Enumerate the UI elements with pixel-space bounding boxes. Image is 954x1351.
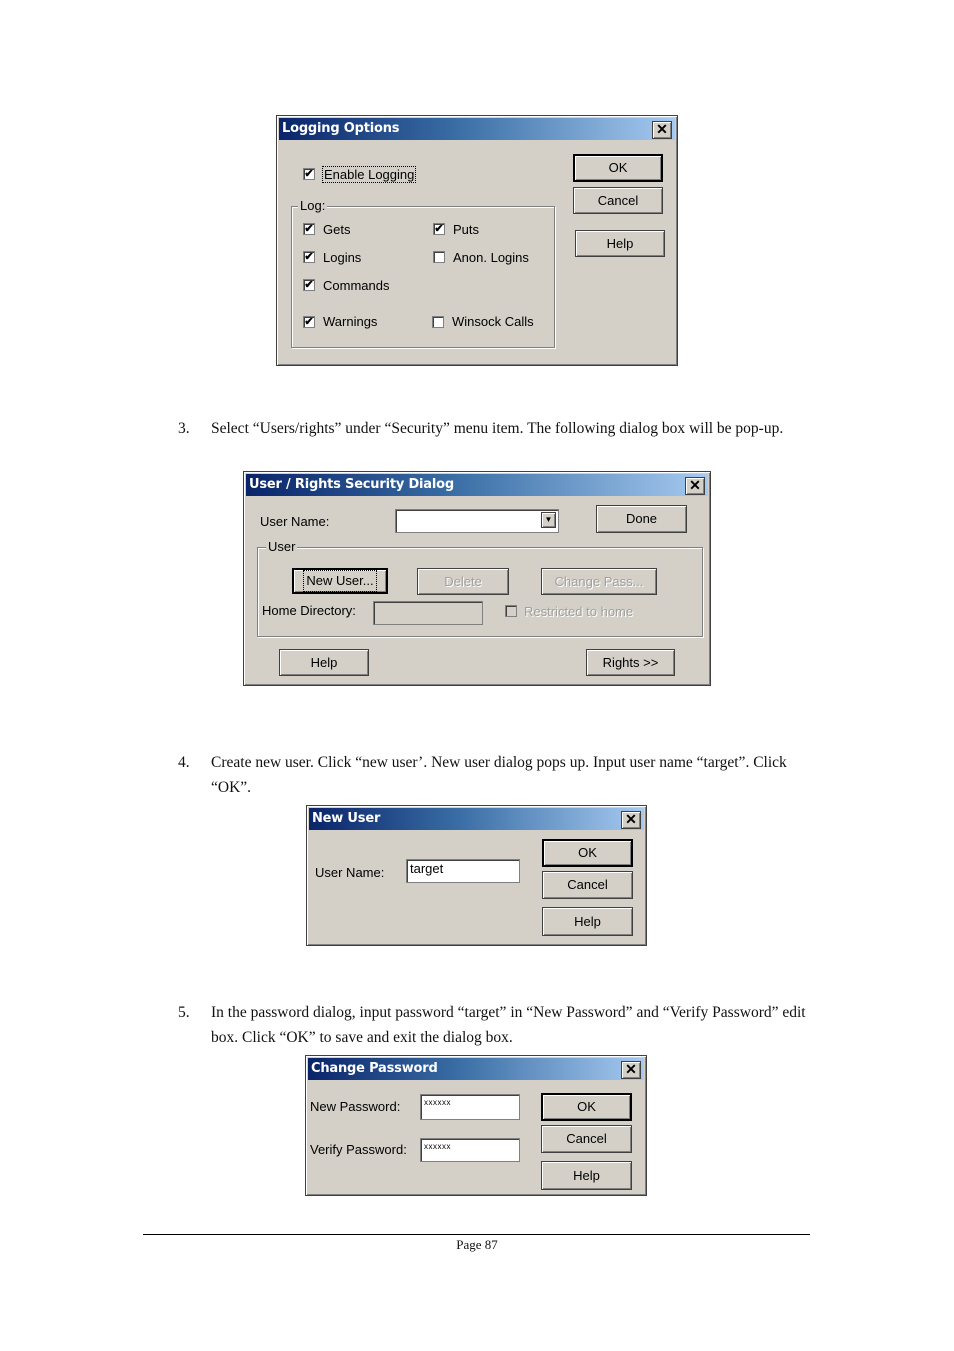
help-button[interactable]: Help bbox=[542, 907, 633, 936]
step-text: Select “Users/rights” under “Security” m… bbox=[211, 420, 784, 437]
commands-checkbox[interactable]: ✔ bbox=[303, 279, 315, 291]
help-button[interactable]: Help bbox=[541, 1161, 632, 1190]
logins-label: Logins bbox=[323, 250, 362, 265]
step-text: Create new user. Click “new user’. New u… bbox=[211, 754, 787, 796]
verify-password-input[interactable]: xxxxxx bbox=[420, 1138, 520, 1162]
help-button[interactable]: Help bbox=[575, 230, 665, 257]
dialog-title: Change Password bbox=[311, 1061, 438, 1076]
change-password-dialog: Change Password ✕ New Password: xxxxxx V… bbox=[305, 1055, 647, 1196]
cancel-button[interactable]: Cancel bbox=[542, 871, 633, 899]
cancel-button[interactable]: Cancel bbox=[573, 187, 663, 214]
restricted-to-home-label: Restricted to home bbox=[524, 604, 634, 619]
check-icon: ✔ bbox=[304, 316, 314, 328]
restricted-to-home-checkbox[interactable] bbox=[505, 605, 517, 617]
home-directory-label: Home Directory: bbox=[262, 603, 356, 618]
user-rights-security-dialog: User / Rights Security Dialog ✕ User Nam… bbox=[243, 471, 711, 686]
title-bar: Logging Options ✕ bbox=[279, 118, 675, 140]
anon-logins-checkbox[interactable] bbox=[433, 251, 445, 263]
new-password-input[interactable]: xxxxxx bbox=[420, 1094, 520, 1120]
user-name-value: target bbox=[410, 861, 444, 876]
new-user-label: New User... bbox=[303, 570, 377, 592]
warnings-checkbox[interactable]: ✔ bbox=[303, 316, 315, 328]
help-button[interactable]: Help bbox=[279, 649, 369, 676]
enable-logging-checkbox[interactable]: ✔ bbox=[303, 168, 315, 180]
dialog-title: User / Rights Security Dialog bbox=[249, 477, 454, 492]
commands-label: Commands bbox=[323, 278, 390, 293]
title-bar: New User ✕ bbox=[309, 808, 644, 830]
home-directory-input[interactable] bbox=[373, 601, 483, 625]
close-icon[interactable]: ✕ bbox=[685, 477, 705, 495]
user-name-label: User Name: bbox=[260, 514, 330, 529]
change-pass-button[interactable]: Change Pass... bbox=[541, 568, 657, 595]
check-icon: ✔ bbox=[304, 223, 314, 235]
logins-checkbox[interactable]: ✔ bbox=[303, 251, 315, 263]
close-icon[interactable]: ✕ bbox=[652, 121, 672, 139]
new-password-value: xxxxxx bbox=[424, 1098, 451, 1107]
winsock-calls-checkbox[interactable] bbox=[432, 316, 444, 328]
done-button[interactable]: Done bbox=[596, 505, 687, 533]
close-icon[interactable]: ✕ bbox=[621, 1061, 641, 1079]
new-password-label: New Password: bbox=[310, 1099, 401, 1114]
cancel-button[interactable]: Cancel bbox=[541, 1125, 632, 1153]
winsock-calls-label: Winsock Calls bbox=[452, 314, 534, 329]
page-number: Page 87 bbox=[456, 1237, 498, 1252]
step-number: 3. bbox=[178, 420, 190, 437]
warnings-label: Warnings bbox=[323, 314, 378, 329]
check-icon: ✔ bbox=[304, 168, 314, 180]
ok-button[interactable]: OK bbox=[541, 1093, 632, 1121]
gets-label: Gets bbox=[323, 222, 351, 237]
user-name-dropdown[interactable]: ▼ bbox=[395, 509, 559, 533]
step-text: In the password dialog, input password “… bbox=[211, 1004, 806, 1046]
dialog-title: Logging Options bbox=[282, 121, 400, 136]
user-name-input[interactable]: target bbox=[406, 859, 520, 883]
new-user-dialog: New User ✕ User Name: target OK Cancel H… bbox=[306, 805, 647, 946]
step-number: 4. bbox=[178, 754, 190, 771]
verify-password-label: Verify Password: bbox=[310, 1142, 407, 1157]
gets-checkbox[interactable]: ✔ bbox=[303, 223, 315, 235]
anon-logins-label: Anon. Logins bbox=[453, 250, 529, 265]
close-icon[interactable]: ✕ bbox=[621, 811, 641, 829]
dialog-title: New User bbox=[312, 811, 381, 826]
logging-options-dialog: Logging Options ✕ ✔ Enable Logging Log: … bbox=[276, 115, 678, 366]
check-icon: ✔ bbox=[434, 223, 444, 235]
ok-button[interactable]: OK bbox=[542, 839, 633, 867]
user-group-label: User bbox=[266, 539, 298, 554]
delete-button[interactable]: Delete bbox=[417, 568, 509, 595]
title-bar: User / Rights Security Dialog ✕ bbox=[246, 474, 708, 496]
document-page: Logging Options ✕ ✔ Enable Logging Log: … bbox=[0, 0, 954, 1351]
enable-logging-label: Enable Logging bbox=[322, 166, 417, 183]
step-number: 5. bbox=[178, 1004, 190, 1021]
puts-checkbox[interactable]: ✔ bbox=[433, 223, 445, 235]
log-group-label: Log: bbox=[298, 198, 328, 213]
check-icon: ✔ bbox=[304, 251, 314, 263]
rights-button[interactable]: Rights >> bbox=[586, 649, 675, 676]
chevron-down-icon[interactable]: ▼ bbox=[541, 512, 556, 528]
ok-button[interactable]: OK bbox=[573, 154, 663, 182]
puts-label: Puts bbox=[453, 222, 480, 237]
check-icon: ✔ bbox=[304, 279, 314, 291]
new-user-button[interactable]: New User... bbox=[292, 568, 388, 594]
user-name-label: User Name: bbox=[315, 865, 385, 880]
title-bar: Change Password ✕ bbox=[308, 1058, 644, 1080]
verify-password-value: xxxxxx bbox=[424, 1142, 451, 1151]
footer-divider bbox=[143, 1234, 810, 1235]
